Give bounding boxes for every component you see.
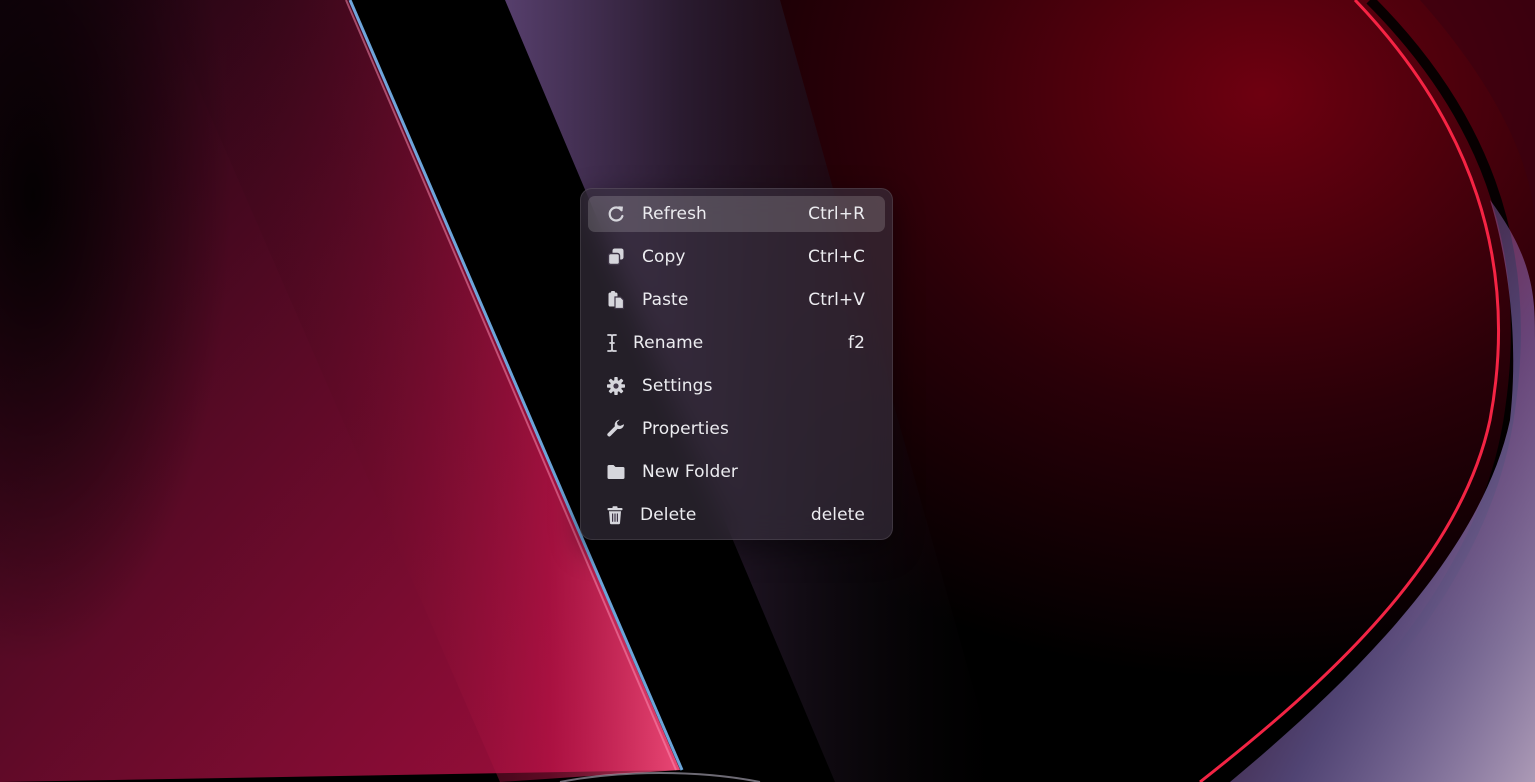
menu-item-new-folder[interactable]: New Folder	[588, 454, 885, 490]
trash-icon	[605, 505, 625, 525]
menu-item-settings[interactable]: Settings	[588, 368, 885, 404]
menu-item-shortcut: delete	[810, 505, 865, 525]
wrench-icon	[606, 419, 626, 439]
menu-item-label: Properties	[642, 419, 729, 439]
menu-item-label: Copy	[642, 247, 686, 267]
menu-item-copy[interactable]: Copy Ctrl+C	[588, 239, 885, 275]
copy-icon	[606, 247, 626, 267]
menu-item-label: Rename	[633, 333, 704, 353]
menu-item-delete[interactable]: Delete delete	[588, 497, 885, 533]
menu-item-rename[interactable]: Rename f2	[588, 325, 885, 361]
gear-icon	[606, 376, 626, 396]
menu-item-label: Delete	[640, 505, 697, 525]
menu-item-shortcut: Ctrl+C	[808, 247, 865, 267]
context-menu: Refresh Ctrl+R Copy Ctrl+C Paste Ctrl+V …	[580, 188, 893, 540]
menu-item-paste[interactable]: Paste Ctrl+V	[588, 282, 885, 318]
menu-item-label: Settings	[642, 376, 713, 396]
menu-item-shortcut: f2	[847, 333, 865, 353]
paste-icon	[606, 290, 626, 310]
menu-item-refresh[interactable]: Refresh Ctrl+R	[588, 196, 885, 232]
refresh-icon	[606, 204, 626, 224]
text-cursor-icon	[602, 333, 622, 353]
menu-item-shortcut: Ctrl+V	[808, 290, 865, 310]
menu-item-properties[interactable]: Properties	[588, 411, 885, 447]
folder-icon	[606, 462, 626, 482]
menu-item-label: Refresh	[642, 204, 707, 224]
menu-item-shortcut: Ctrl+R	[808, 204, 865, 224]
menu-item-label: New Folder	[642, 462, 739, 482]
menu-item-label: Paste	[642, 290, 689, 310]
